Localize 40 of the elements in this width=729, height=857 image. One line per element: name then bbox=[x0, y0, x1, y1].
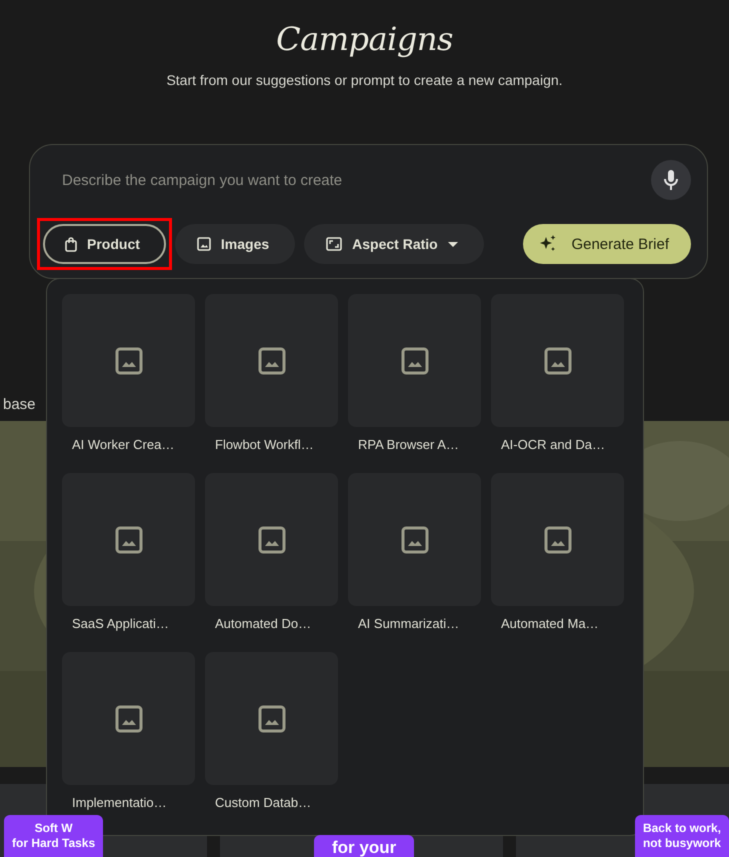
image-placeholder-icon bbox=[544, 346, 572, 374]
microphone-button[interactable] bbox=[651, 160, 691, 200]
badge-text: for your bbox=[332, 837, 396, 857]
page-subtitle: Start from our suggestions or prompt to create a new campaign. bbox=[165, 72, 564, 88]
product-option[interactable]: Automated Ma… bbox=[491, 473, 624, 631]
image-placeholder-icon bbox=[400, 346, 428, 374]
aspect-ratio-icon bbox=[326, 237, 342, 251]
badge-text: Soft W bbox=[34, 821, 73, 836]
badge-text: Back to work, bbox=[642, 821, 721, 836]
image-placeholder-icon bbox=[114, 346, 142, 374]
product-option[interactable]: AI-OCR and Da… bbox=[491, 294, 624, 452]
page-title: Campaigns bbox=[275, 20, 454, 58]
image-placeholder-icon bbox=[400, 526, 428, 554]
body-text: base bbox=[2, 396, 37, 415]
product-chip[interactable]: Product bbox=[43, 224, 166, 264]
product-option[interactable]: Flowbot Workfl… bbox=[205, 294, 338, 452]
product-option[interactable]: AI Worker Crea… bbox=[62, 294, 195, 452]
product-option[interactable]: Implementatio… bbox=[62, 652, 195, 810]
image-placeholder-icon bbox=[114, 704, 142, 732]
images-chip[interactable]: Images bbox=[174, 224, 296, 264]
image-placeholder-icon bbox=[258, 526, 286, 554]
badge-text: for Hard Tasks bbox=[12, 836, 96, 851]
generate-brief-button[interactable]: Generate Brief bbox=[523, 224, 691, 264]
image-placeholder-icon bbox=[114, 526, 142, 554]
image-placeholder-icon bbox=[258, 346, 286, 374]
sparkle-icon bbox=[539, 235, 558, 253]
image-icon bbox=[196, 237, 211, 251]
product-option[interactable]: AI Summarizati… bbox=[348, 473, 481, 631]
image-placeholder-icon bbox=[544, 526, 572, 554]
aspect-chip[interactable]: Aspect Ratio bbox=[304, 224, 484, 264]
product-option[interactable]: Automated Do… bbox=[205, 473, 338, 631]
microphone-icon bbox=[664, 170, 678, 190]
product-option[interactable]: RPA Browser A… bbox=[348, 294, 481, 452]
image-placeholder-icon bbox=[258, 704, 286, 732]
caret-icon bbox=[448, 242, 458, 246]
badge-text: not busywork bbox=[642, 836, 721, 851]
bag-icon bbox=[65, 236, 77, 252]
prompt-field[interactable]: Describe the campaign you want to create bbox=[43, 162, 651, 198]
product-option[interactable]: SaaS Applicati… bbox=[62, 473, 195, 631]
product-option[interactable]: Custom Datab… bbox=[205, 652, 338, 810]
